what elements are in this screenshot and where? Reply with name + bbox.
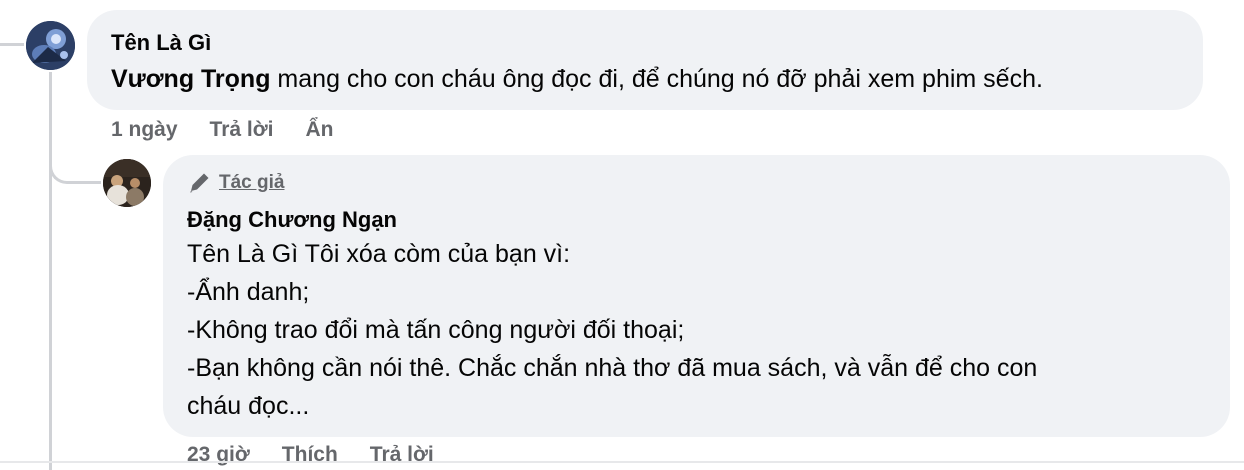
reply-text: Tên Là Gì Tôi xóa còm của bạn vì: -Ẩnh d… xyxy=(187,235,1206,425)
reply-author-name[interactable]: Đặng Chương Ngạn xyxy=(187,207,1206,233)
comment-text: Vương Trọng mang cho con cháu ông đọc đi… xyxy=(111,60,1179,98)
reply-line: cháu đọc... xyxy=(187,392,310,420)
comment-author-name[interactable]: Tên Là Gì xyxy=(111,30,1179,56)
reply-line: -Ẩnh danh; xyxy=(187,278,310,306)
avatar-author-image xyxy=(103,159,151,207)
reply-bubble: Tác giả Đặng Chương Ngạn Tên Là Gì Tôi x… xyxy=(163,155,1230,437)
reply-button[interactable]: Trả lời xyxy=(210,118,274,142)
like-button[interactable]: Thích xyxy=(282,443,338,467)
reply-actions: 23 giờ Thích Trả lời xyxy=(187,443,434,467)
thread-connector-reply xyxy=(49,150,101,184)
comment-actions: 1 ngày Trả lời Ẩn xyxy=(111,118,334,142)
reply-line: Tên Là Gì Tôi xóa còm của bạn vì: xyxy=(187,240,571,268)
reply-line: -Không trao đổi mà tấn công người đối th… xyxy=(187,316,685,344)
avatar-author[interactable] xyxy=(103,159,151,207)
mention-link[interactable]: Vương Trọng xyxy=(111,65,270,93)
reply-button[interactable]: Trả lời xyxy=(370,443,434,467)
reply-line: -Bạn không cần nói thê. Chắc chắn nhà th… xyxy=(187,354,1038,382)
author-badge: Tác giả xyxy=(187,169,1206,197)
reply-timestamp[interactable]: 23 giờ xyxy=(187,443,250,467)
thread-connector-top xyxy=(0,43,24,46)
pencil-icon xyxy=(187,171,213,195)
bottom-divider xyxy=(0,461,1244,463)
avatar-commenter[interactable] xyxy=(26,21,75,70)
comment-bubble: Tên Là Gì Vương Trọng mang cho con cháu … xyxy=(87,10,1203,110)
thread-connector-vertical xyxy=(49,72,52,470)
avatar-commenter-image xyxy=(26,21,75,70)
hide-button[interactable]: Ẩn xyxy=(306,118,334,142)
author-badge-label[interactable]: Tác giả xyxy=(219,172,284,194)
comment-body: mang cho con cháu ông đọc đi, để chúng n… xyxy=(270,65,1043,93)
comment-timestamp[interactable]: 1 ngày xyxy=(111,118,178,142)
